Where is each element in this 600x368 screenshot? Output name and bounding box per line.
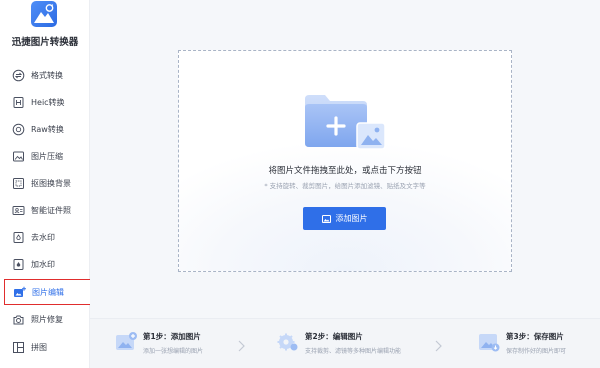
sidebar-item-compress[interactable]: 图片压缩 [4, 143, 97, 169]
save-image-icon [478, 331, 500, 353]
compress-icon [12, 150, 25, 163]
sidebar-item-heic[interactable]: Heic转换 [4, 89, 97, 115]
step-title: 第1步：添加图片 [143, 332, 201, 341]
chevron-right-icon [433, 338, 443, 352]
step-title: 第2步：编辑图片 [305, 332, 363, 341]
step-desc: 添加一张想编辑的图片 [143, 348, 204, 355]
app-logo-icon [31, 1, 57, 27]
sidebar-item-label: 拼图 [31, 342, 47, 352]
gear-icon [277, 331, 299, 353]
sidebar-item-label: 抠图换背景 [31, 178, 71, 188]
steps-bar: 第1步：添加图片 添加一张想编辑的图片 第2步：编辑图片 支持裁剪、滤镜等多种图… [90, 318, 600, 368]
step-title: 第3步：保存图片 [506, 332, 564, 341]
sidebar: 迅捷图片转换器 格式转换 Heic转换 Raw转换 图片压缩 抠图换背景 智能证… [0, 0, 97, 368]
sidebar-item-label: 智能证件照 [31, 205, 71, 215]
image-edit-icon [13, 286, 26, 299]
collage-icon [12, 341, 25, 354]
format-convert-icon [12, 69, 25, 82]
sidebar-item-label: 格式转换 [31, 70, 63, 80]
folder-image-icon [303, 93, 387, 153]
remove-watermark-icon [12, 231, 25, 244]
heic-icon [12, 96, 25, 109]
drop-zone[interactable]: 将图片文件拖拽至此处，或点击下方按钮 * 支持旋转、裁剪图片，给图片添加滤镜、贴… [178, 50, 512, 272]
sidebar-item-label: Raw转换 [31, 124, 64, 134]
sidebar-item-label: 图片编辑 [32, 287, 64, 297]
sidebar-item-photo-repair[interactable]: 照片修复 [4, 306, 97, 332]
sidebar-item-label: 加水印 [31, 259, 55, 269]
sidebar-item-image-edit[interactable]: 图片编辑 [4, 279, 97, 305]
step-1: 第1步：添加图片 添加一张想编辑的图片 [115, 331, 203, 359]
add-image-button-label: 添加图片 [335, 214, 368, 223]
cutout-icon [12, 177, 25, 190]
step-desc: 保存制作好的图片即可 [506, 348, 567, 355]
step-2: 第2步：编辑图片 支持裁剪、滤镜等多种图片编辑功能 [277, 331, 401, 359]
sidebar-item-add-watermark[interactable]: 加水印 [4, 251, 97, 277]
sidebar-item-remove-watermark[interactable]: 去水印 [4, 224, 97, 250]
add-watermark-icon [12, 258, 25, 271]
app-window: 迅捷图片转换器 格式转换 Heic转换 Raw转换 图片压缩 抠图换背景 智能证… [0, 0, 600, 368]
add-image-icon [115, 331, 137, 353]
sidebar-item-format-convert[interactable]: 格式转换 [4, 62, 97, 88]
step-desc: 支持裁剪、滤镜等多种图片编辑功能 [305, 348, 402, 355]
add-image-button[interactable]: 添加图片 [303, 207, 386, 230]
sidebar-item-collage[interactable]: 拼图 [4, 334, 97, 360]
sidebar-item-label: 照片修复 [31, 314, 63, 324]
step-3: 第3步：保存图片 保存制作好的图片即可 [478, 331, 566, 359]
raw-icon [12, 123, 25, 136]
chevron-right-icon [236, 338, 246, 352]
drop-zone-title: 将图片文件拖拽至此处，或点击下方按钮 [268, 166, 422, 176]
photo-repair-icon [12, 313, 25, 326]
sidebar-item-label: 图片压缩 [31, 151, 63, 161]
app-name: 迅捷图片转换器 [11, 37, 79, 48]
image-icon [321, 214, 331, 223]
sidebar-item-cutout[interactable]: 抠图换背景 [4, 170, 97, 196]
id-photo-icon [12, 204, 25, 217]
sidebar-item-raw[interactable]: Raw转换 [4, 116, 97, 142]
main-panel: 将图片文件拖拽至此处，或点击下方按钮 * 支持旋转、裁剪图片，给图片添加滤镜、贴… [90, 0, 600, 368]
sidebar-item-id-photo[interactable]: 智能证件照 [4, 197, 97, 223]
drop-zone-subtitle: * 支持旋转、裁剪图片，给图片添加滤镜、贴纸及文字等 [264, 182, 426, 190]
sidebar-item-label: 去水印 [31, 232, 55, 242]
sidebar-item-label: Heic转换 [31, 97, 65, 107]
